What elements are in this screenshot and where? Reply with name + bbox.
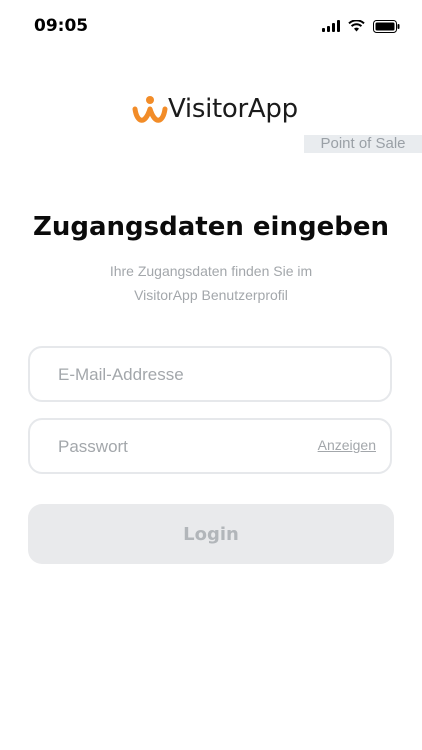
visitorapp-logo-icon	[132, 96, 168, 123]
brand-subtitle: Point of Sale	[304, 135, 422, 153]
battery-icon	[373, 19, 400, 33]
login-button[interactable]: Login	[28, 504, 394, 564]
status-icons	[322, 18, 400, 34]
subtitle-line-2: VisitorApp Benutzerprofil	[134, 287, 288, 303]
page-title: Zugangsdaten eingeben	[33, 212, 389, 242]
password-input[interactable]	[56, 420, 310, 474]
brand-name: VisitorApp	[168, 94, 298, 124]
brand-header: VisitorApp Point of Sale	[132, 92, 422, 154]
email-input[interactable]	[56, 348, 310, 402]
wifi-icon	[348, 20, 365, 32]
cellular-signal-icon	[322, 20, 340, 32]
show-password-link[interactable]: Anzeigen	[318, 437, 376, 453]
status-bar: 09:05	[0, 0, 422, 54]
page-subtitle: Ihre Zugangsdaten finden Sie im VisitorA…	[0, 259, 422, 307]
status-time: 09:05	[34, 16, 89, 36]
password-field[interactable]: Anzeigen	[28, 418, 392, 474]
subtitle-line-1: Ihre Zugangsdaten finden Sie im	[109, 263, 313, 279]
email-field[interactable]	[28, 346, 392, 402]
